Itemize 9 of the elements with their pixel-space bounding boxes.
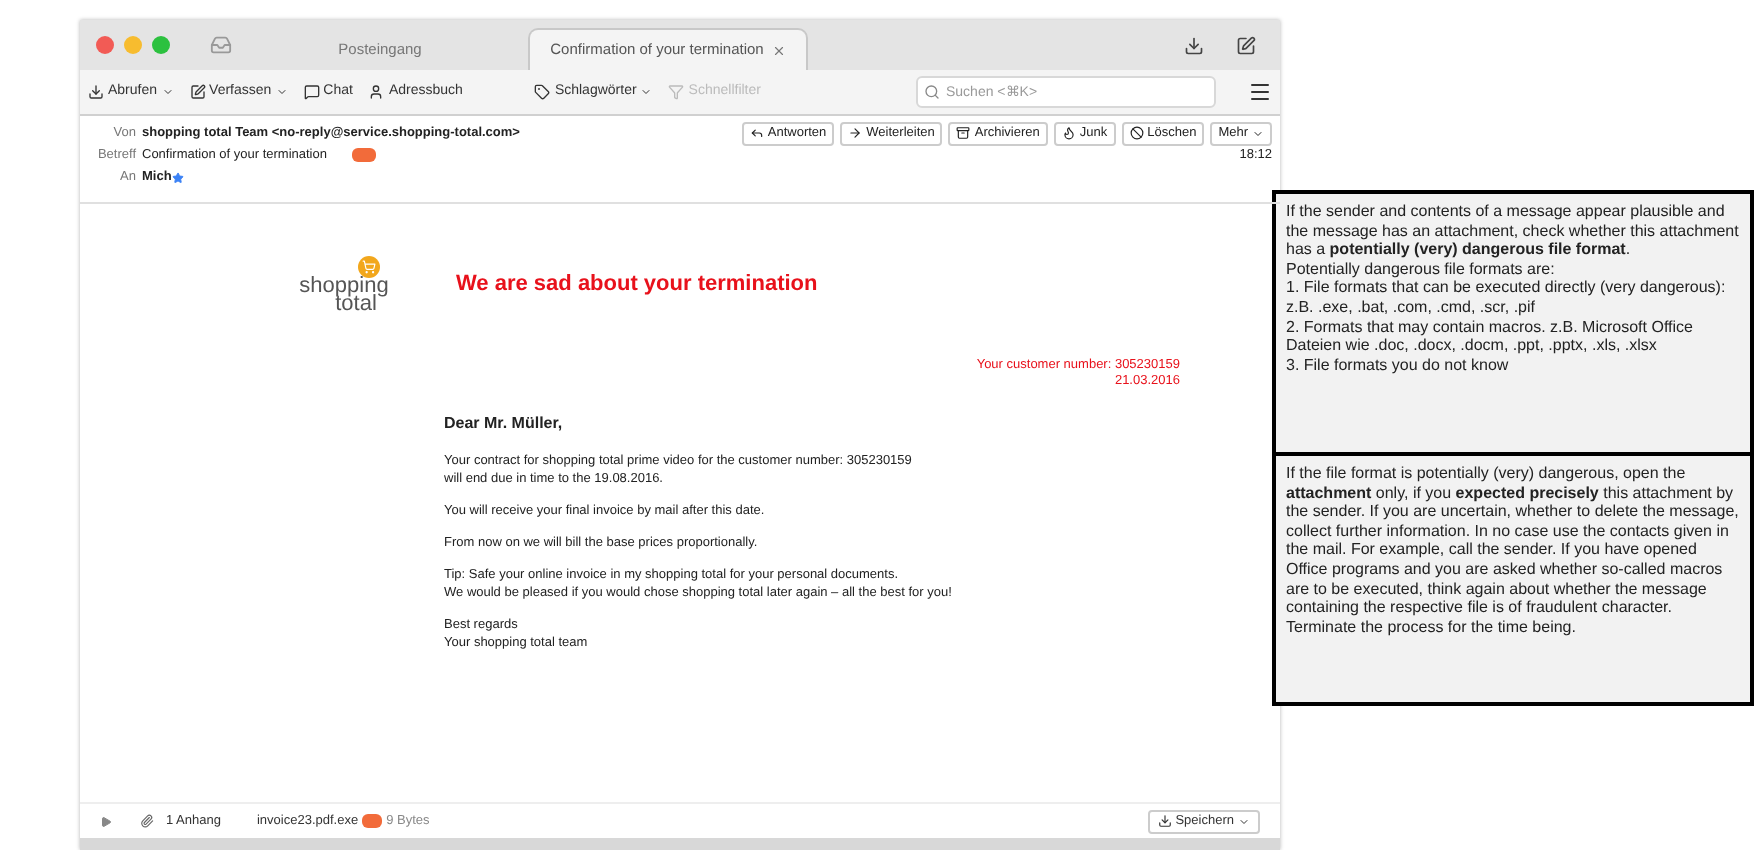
greeting: Dear Mr. Müller,: [444, 412, 565, 436]
annotation-text: 1. File formats that can be executed directly (very dangerous): z.B. .exe, .bat, .com, .cmd, .scr, .pif: [1286, 278, 1728, 318]
annotation-text: If the sender and contents of a message appear plausible and the message has an attachment, check whether this attachment has a potentially (very) dangerous file format.: [1286, 202, 1740, 260]
annotation-text: Potentially dangerous file formats are:: [1286, 259, 1557, 279]
annotation-text: 2. Formats that may contain macros. z.B. Microsoft Office Dateien wie .doc, .docx, .docm, .ppt, .pptx, .xls, .xlsx: [1286, 317, 1695, 356]
logo: shopping total: [296, 256, 392, 314]
annotation-text: 3. File formats you do not know: [1286, 355, 1511, 375]
annotation-text: If the file format is potentially (very) dangerous, open the attachment only, if you expected precisely this attachment by the sender. If you are uncertain, whether to delete the message, collect further information. In no case use the contacts given in the mail. For example, call the sender. If you have opened Office programs and you are asked whether so-called macros are to be executed, think again about whether the message containing the respective file is of fraudulent character. Terminate the process for the time being.: [1286, 464, 1740, 637]
headline: We are sad about your termination: [456, 270, 818, 301]
